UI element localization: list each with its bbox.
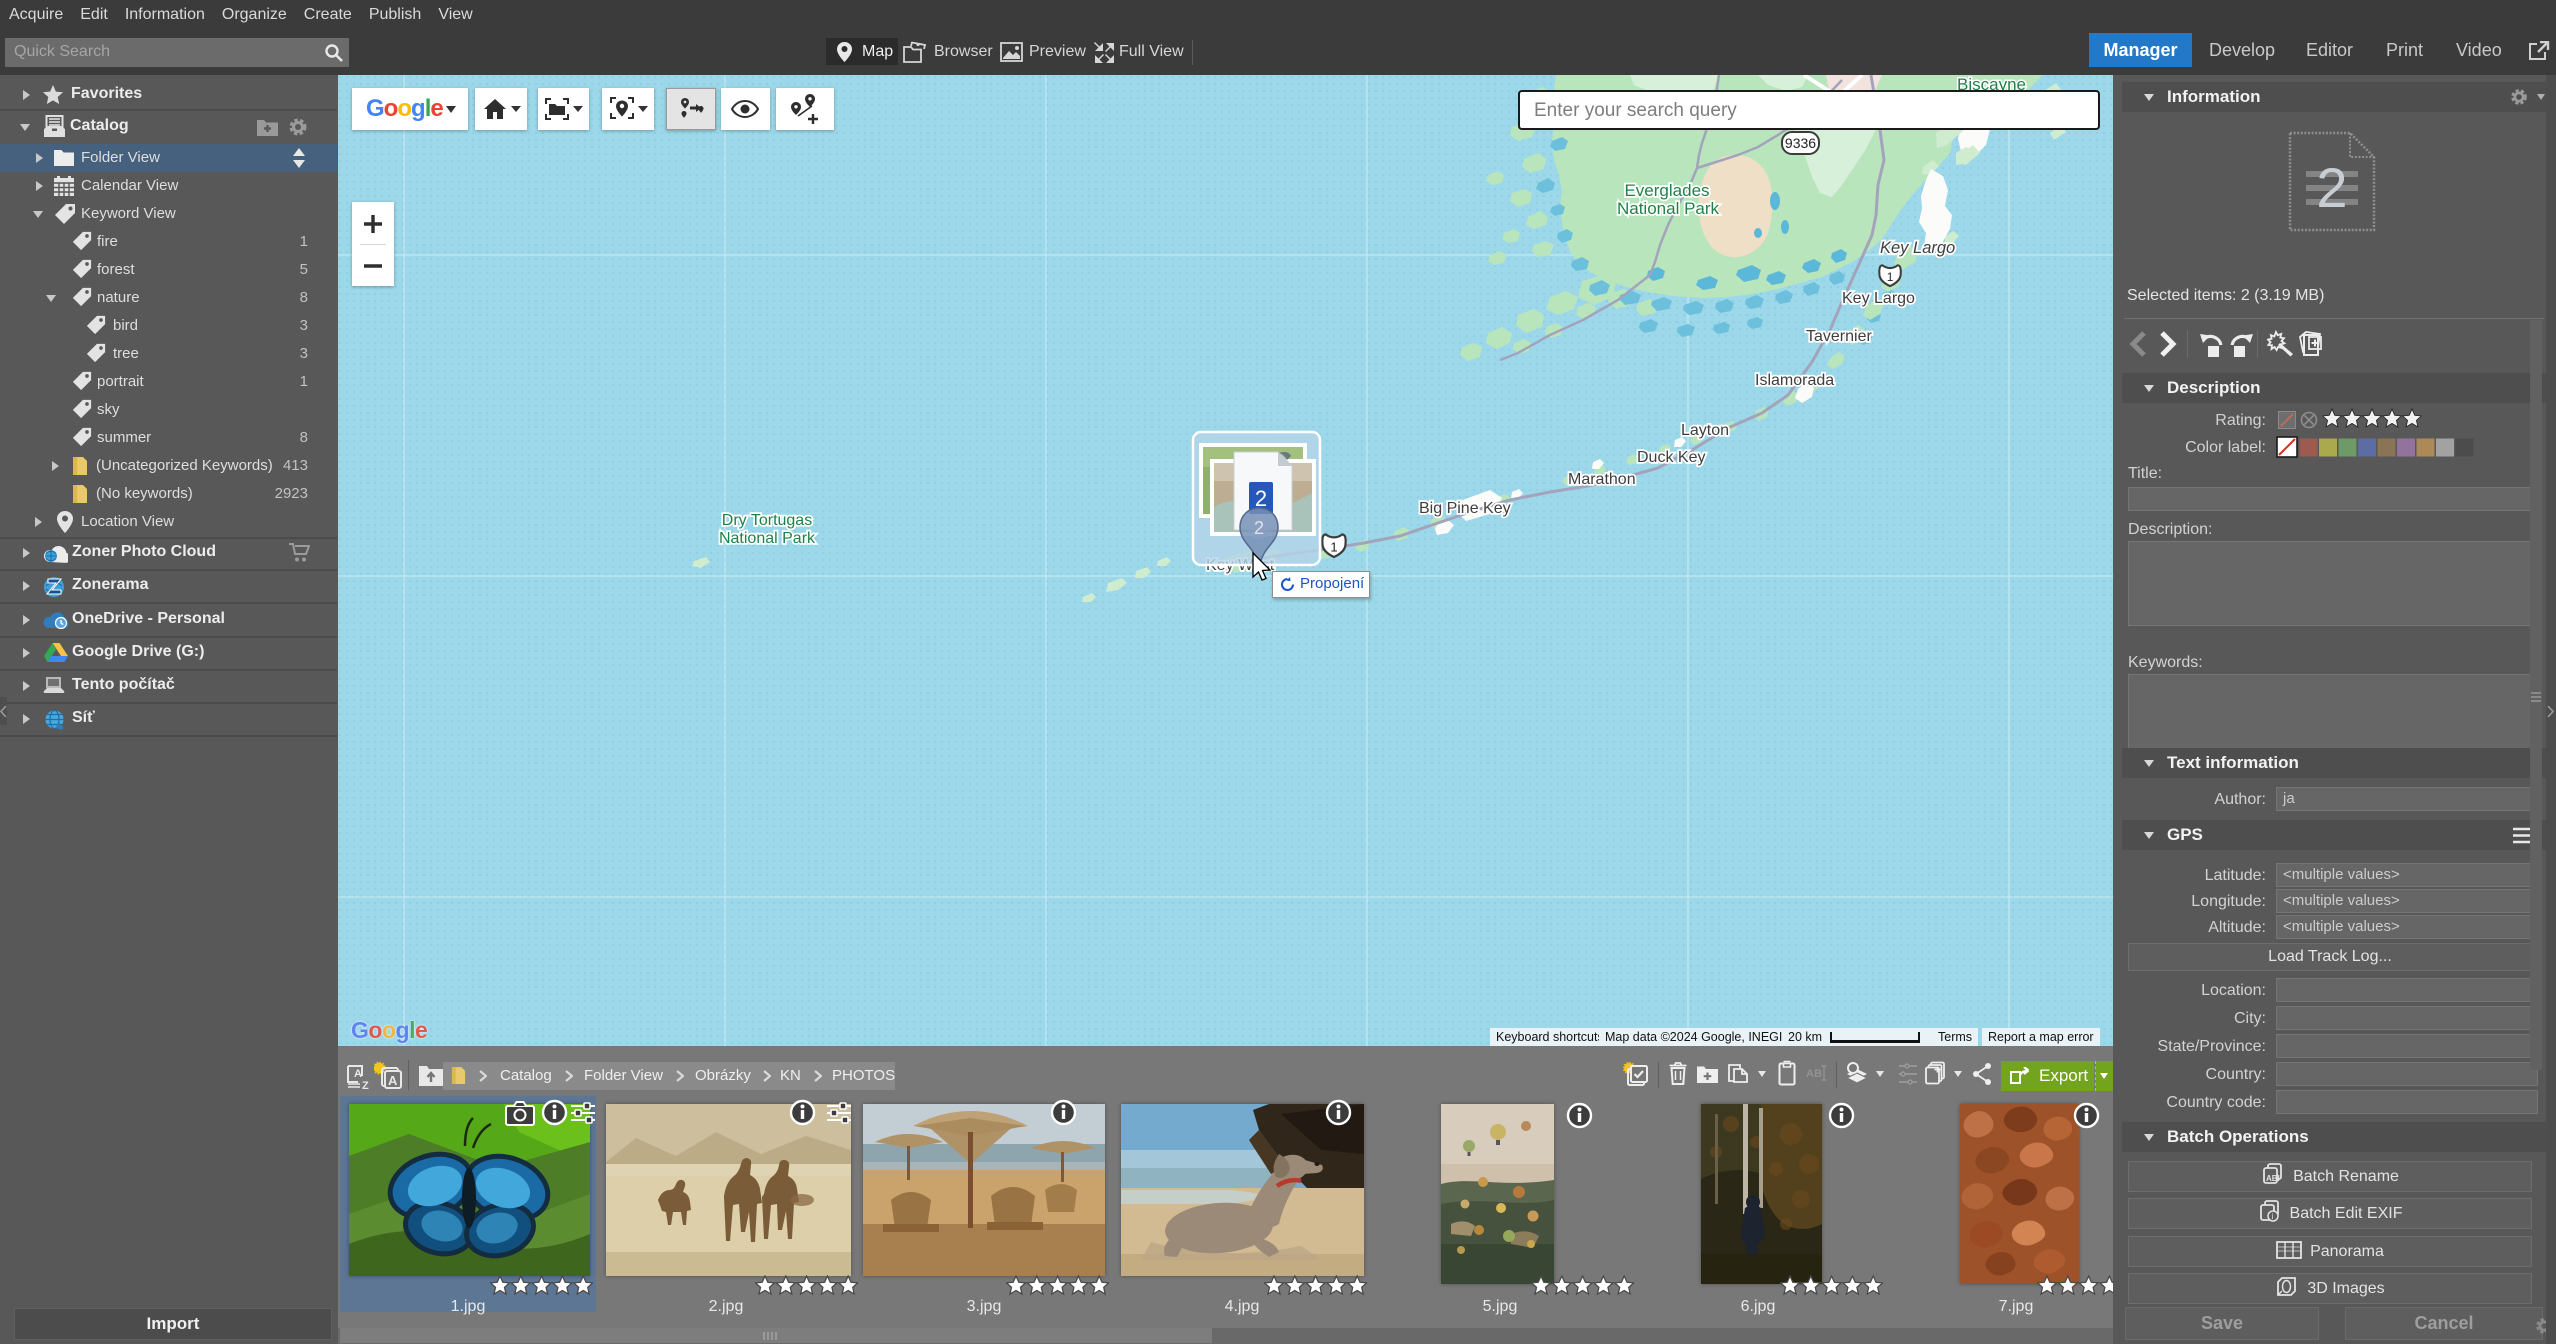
svg-text:9336: 9336 [1785,135,1816,151]
svg-text:Layton: Layton [1681,422,1729,439]
svg-text:National Park: National Park [1617,199,1720,218]
svg-text:Z: Z [362,1080,369,1090]
svg-text:1: 1 [1887,270,1894,284]
svg-text:AB: AB [1806,1068,1822,1080]
svg-text:Marathon: Marathon [1568,471,1636,488]
svg-text:A: A [354,1068,362,1080]
svg-text:National Park: National Park [719,530,816,547]
svg-text:Key Largo: Key Largo [1880,239,1955,257]
svg-text:Key Largo: Key Largo [1842,290,1915,307]
svg-text:Tavernier: Tavernier [1806,328,1872,345]
svg-text:Duck Key: Duck Key [1637,449,1705,466]
svg-text:i: i [2271,1212,2273,1221]
svg-text:1: 1 [1330,540,1337,555]
svg-text:Dry Tortugas: Dry Tortugas [722,512,812,529]
svg-text:2: 2 [2316,156,2347,219]
svg-text:2: 2 [1255,486,1267,511]
svg-text:Big Pine Key: Big Pine Key [1419,500,1511,517]
svg-text:2: 2 [1254,518,1264,538]
svg-text:Everglades: Everglades [1624,181,1709,200]
svg-text:Islamorada: Islamorada [1755,372,1834,389]
svg-text:ABI: ABI [2266,1174,2280,1183]
svg-text:A: A [388,1073,398,1088]
